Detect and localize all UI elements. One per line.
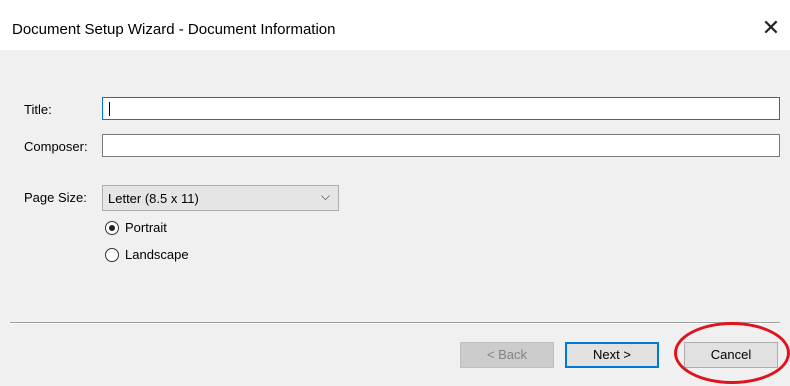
title-bar: Document Setup Wizard - Document Informa… (0, 0, 790, 50)
title-input[interactable] (103, 98, 779, 119)
page-size-value: Letter (8.5 x 11) (108, 191, 199, 206)
close-icon[interactable]: ✕ (756, 12, 786, 44)
composer-label: Composer: (24, 139, 88, 154)
title-field[interactable] (102, 97, 780, 120)
portrait-radio[interactable] (105, 221, 119, 235)
portrait-label: Portrait (125, 220, 167, 235)
window-title: Document Setup Wizard - Document Informa… (12, 21, 336, 38)
footer-divider (10, 322, 780, 324)
document-setup-wizard-dialog: Document Setup Wizard - Document Informa… (0, 0, 790, 386)
landscape-label: Landscape (125, 247, 189, 262)
page-size-dropdown[interactable]: Letter (8.5 x 11) ⌵ (102, 185, 339, 211)
chevron-down-icon: ⌵ (320, 189, 330, 203)
cancel-button[interactable]: Cancel (684, 342, 778, 368)
page-size-label: Page Size: (24, 190, 87, 205)
text-caret (109, 102, 110, 116)
radio-selected-dot (109, 225, 115, 231)
back-button[interactable]: < Back (460, 342, 554, 368)
title-label: Title: (24, 102, 52, 117)
composer-input[interactable] (103, 135, 779, 156)
next-button[interactable]: Next > (565, 342, 659, 368)
landscape-radio[interactable] (105, 248, 119, 262)
composer-field[interactable] (102, 134, 780, 157)
